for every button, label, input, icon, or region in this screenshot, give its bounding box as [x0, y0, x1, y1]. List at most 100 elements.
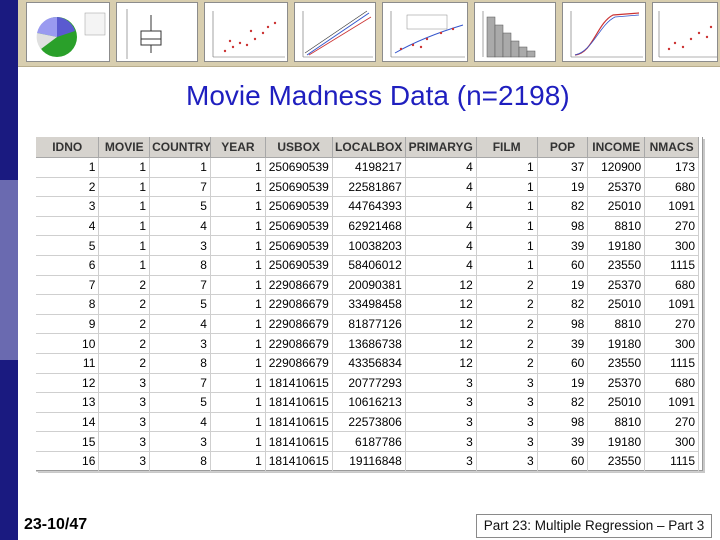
cell-country[interactable]: 7 [149, 275, 211, 296]
table-row[interactable]: 3 1 5 1 250690539 44764393 4 1 82 25010 1091 [36, 196, 699, 217]
table-row[interactable]: 15 3 3 1 181410615 6187786 3 3 39 19180 300 [36, 431, 699, 452]
cell-idno[interactable]: 3 [36, 196, 100, 217]
cell-movie[interactable]: 3 [98, 431, 151, 452]
cell-usbox[interactable]: 229086679 [265, 314, 333, 335]
cell-usbox[interactable]: 229086679 [265, 333, 333, 354]
cell-film[interactable]: 3 [476, 392, 538, 413]
cell-movie[interactable]: 1 [98, 216, 151, 237]
cell-income[interactable]: 19180 [587, 235, 646, 256]
cell-pop[interactable]: 82 [537, 196, 589, 217]
cell-primaryg[interactable]: 3 [405, 373, 477, 394]
cell-film[interactable]: 3 [476, 451, 538, 472]
column-header-nmacs[interactable]: NMACS [644, 137, 699, 158]
cell-income[interactable]: 8810 [587, 412, 646, 433]
cell-film[interactable]: 3 [476, 412, 538, 433]
cell-income[interactable]: 120900 [587, 157, 646, 178]
cell-localbox[interactable]: 13686738 [332, 333, 406, 354]
cell-pop[interactable]: 98 [537, 216, 589, 237]
table-row[interactable]: 14 3 4 1 181410615 22573806 3 3 98 8810 270 [36, 412, 699, 433]
cell-usbox[interactable]: 229086679 [265, 353, 333, 374]
cell-pop[interactable]: 82 [537, 294, 589, 315]
cell-nmacs[interactable]: 680 [644, 275, 699, 296]
cell-pop[interactable]: 60 [537, 255, 589, 276]
cell-movie[interactable]: 3 [98, 373, 151, 394]
cell-localbox[interactable]: 19116848 [332, 451, 406, 472]
table-row[interactable]: 1 1 1 1 250690539 4198217 4 1 37 120900 173 [36, 157, 699, 178]
cell-pop[interactable]: 37 [537, 157, 589, 178]
cell-primaryg[interactable]: 3 [405, 431, 477, 452]
cell-country[interactable]: 8 [149, 451, 211, 472]
cell-usbox[interactable]: 181410615 [265, 412, 333, 433]
cell-income[interactable]: 23550 [587, 255, 646, 276]
cell-nmacs[interactable]: 300 [644, 333, 699, 354]
cell-localbox[interactable]: 44764393 [332, 196, 406, 217]
cell-idno[interactable]: 15 [36, 431, 100, 452]
cell-year[interactable]: 1 [210, 235, 266, 256]
cell-primaryg[interactable]: 4 [405, 255, 477, 276]
cell-country[interactable]: 3 [149, 431, 211, 452]
table-row[interactable]: 5 1 3 1 250690539 10038203 4 1 39 19180 300 [36, 235, 699, 256]
cell-pop[interactable]: 39 [537, 333, 589, 354]
cell-idno[interactable]: 14 [36, 412, 100, 433]
cell-nmacs[interactable]: 1091 [644, 294, 699, 315]
cell-pop[interactable]: 39 [537, 235, 589, 256]
cell-income[interactable]: 25010 [587, 294, 646, 315]
cell-year[interactable]: 1 [210, 314, 266, 335]
cell-usbox[interactable]: 229086679 [265, 294, 333, 315]
cell-year[interactable]: 1 [210, 373, 266, 394]
cell-pop[interactable]: 60 [537, 451, 589, 472]
cell-year[interactable]: 1 [210, 196, 266, 217]
cell-localbox[interactable]: 20777293 [332, 373, 406, 394]
cell-idno[interactable]: 8 [36, 294, 100, 315]
cell-film[interactable]: 1 [476, 177, 538, 198]
cell-film[interactable]: 3 [476, 431, 538, 452]
cell-income[interactable]: 25010 [587, 392, 646, 413]
cell-movie[interactable]: 2 [98, 353, 151, 374]
cell-idno[interactable]: 2 [36, 177, 100, 198]
cell-income[interactable]: 25370 [587, 177, 646, 198]
cell-usbox[interactable]: 250690539 [265, 177, 333, 198]
cell-income[interactable]: 25010 [587, 196, 646, 217]
cell-film[interactable]: 2 [476, 275, 538, 296]
cell-nmacs[interactable]: 270 [644, 216, 699, 237]
cell-idno[interactable]: 16 [36, 451, 100, 472]
cell-nmacs[interactable]: 270 [644, 412, 699, 433]
cell-film[interactable]: 1 [476, 235, 538, 256]
cell-year[interactable]: 1 [210, 216, 266, 237]
cell-country[interactable]: 7 [149, 177, 211, 198]
cell-income[interactable]: 23550 [587, 451, 646, 472]
cell-localbox[interactable]: 22581867 [332, 177, 406, 198]
cell-movie[interactable]: 2 [98, 275, 151, 296]
cell-primaryg[interactable]: 4 [405, 177, 477, 198]
cell-country[interactable]: 4 [149, 412, 211, 433]
cell-year[interactable]: 1 [210, 431, 266, 452]
cell-income[interactable]: 8810 [587, 216, 646, 237]
cell-primaryg[interactable]: 4 [405, 216, 477, 237]
cell-year[interactable]: 1 [210, 255, 266, 276]
cell-localbox[interactable]: 22573806 [332, 412, 406, 433]
table-row[interactable]: 6 1 8 1 250690539 58406012 4 1 60 23550 1115 [36, 255, 699, 276]
cell-year[interactable]: 1 [210, 353, 266, 374]
cell-usbox[interactable]: 250690539 [265, 216, 333, 237]
cell-country[interactable]: 3 [149, 235, 211, 256]
cell-primaryg[interactable]: 12 [405, 294, 477, 315]
cell-idno[interactable]: 4 [36, 216, 100, 237]
cell-income[interactable]: 23550 [587, 353, 646, 374]
cell-idno[interactable]: 7 [36, 275, 100, 296]
cell-film[interactable]: 2 [476, 314, 538, 335]
column-header-film[interactable]: FILM [476, 137, 538, 158]
table-row[interactable]: 2 1 7 1 250690539 22581867 4 1 19 25370 680 [36, 177, 699, 198]
cell-localbox[interactable]: 4198217 [332, 157, 406, 178]
column-header-country[interactable]: COUNTRY [149, 137, 211, 158]
cell-film[interactable]: 3 [476, 373, 538, 394]
cell-primaryg[interactable]: 12 [405, 314, 477, 335]
cell-localbox[interactable]: 62921468 [332, 216, 406, 237]
cell-primaryg[interactable]: 12 [405, 333, 477, 354]
cell-nmacs[interactable]: 270 [644, 314, 699, 335]
cell-nmacs[interactable]: 1091 [644, 196, 699, 217]
cell-pop[interactable]: 60 [537, 353, 589, 374]
cell-pop[interactable]: 19 [537, 177, 589, 198]
cell-primaryg[interactable]: 4 [405, 235, 477, 256]
cell-country[interactable]: 1 [149, 157, 211, 178]
table-row[interactable]: 7 2 7 1 229086679 20090381 12 2 19 25370 680 [36, 275, 699, 296]
